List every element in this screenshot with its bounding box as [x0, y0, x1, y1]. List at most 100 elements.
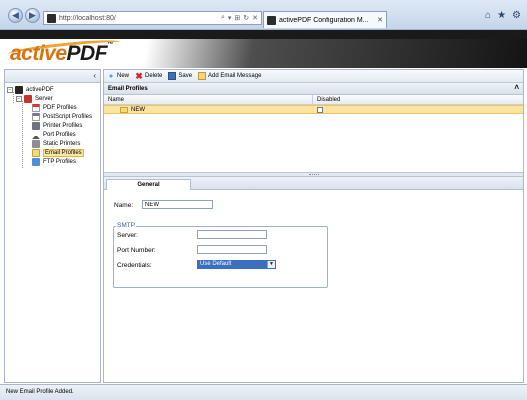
home-icon[interactable]: ⌂	[485, 10, 491, 21]
delete-button[interactable]: ✖ Delete	[135, 71, 163, 81]
activepdf-logo: activePDF™	[10, 42, 113, 66]
new-button-label: New	[117, 73, 130, 79]
header-band	[0, 30, 527, 39]
tree-node-server[interactable]: − Server	[16, 94, 53, 103]
profiles-section-title: Email Profiles	[108, 86, 148, 92]
back-button[interactable]: ◀	[8, 8, 23, 23]
save-icon	[168, 72, 177, 80]
tree-item-ftp-profiles[interactable]: FTP Profiles	[32, 157, 76, 166]
stop-icon[interactable]: ✕	[252, 14, 258, 22]
address-bar-controls: ⌕ ▾ ⊞ ↻ ✕	[221, 14, 258, 22]
navigation-panel: ‹ − activePDF − Server PDF Profiles Post…	[4, 69, 101, 383]
profile-detail: General Name: SMTP Server: Port Number: …	[104, 177, 523, 377]
disabled-checkbox[interactable]	[317, 106, 323, 113]
row-name-cell: NEW	[104, 106, 313, 113]
main-panel: New ✖ Delete Save Add Email Message Emai…	[103, 69, 524, 383]
profiles-section-header: Email Profiles ˄	[104, 83, 523, 95]
credentials-select[interactable]: Use Default ▼	[197, 260, 276, 269]
status-bar: New Email Profile Added.	[0, 384, 527, 400]
favorites-star-icon[interactable]: ★	[497, 10, 506, 21]
logo-trademark: ™	[107, 42, 113, 48]
new-button[interactable]: New	[107, 72, 129, 80]
collapse-panel-icon[interactable]: ‹	[93, 71, 96, 80]
app-header: activePDF™	[0, 30, 527, 68]
collapse-toggle-icon[interactable]: −	[7, 86, 13, 93]
collapse-toggle-icon[interactable]: −	[16, 95, 22, 102]
tab-title: activePDF Configuration M...	[279, 16, 369, 24]
address-url[interactable]: http://localhost:80/	[59, 15, 221, 22]
smtp-legend: SMTP	[116, 222, 137, 229]
server-icon	[24, 94, 32, 103]
toolbar: New ✖ Delete Save Add Email Message	[104, 70, 523, 83]
profiles-grid-header: Name Disabled	[104, 95, 523, 105]
tree-item-label: FTP Profiles	[43, 158, 76, 165]
delete-icon: ✖	[135, 71, 143, 81]
add-email-icon	[198, 72, 207, 80]
name-field[interactable]	[142, 200, 213, 209]
email-profile-icon	[120, 106, 128, 113]
name-label: Name:	[114, 202, 134, 209]
tree-item-label: PDF Profiles	[43, 104, 77, 111]
compat-view-icon[interactable]: ⊞	[234, 14, 240, 22]
table-row[interactable]: NEW	[104, 105, 523, 114]
add-email-button-label: Add Email Message	[208, 73, 262, 79]
pdf-icon	[32, 103, 40, 112]
tree-item-label: Printer Profiles	[43, 122, 83, 129]
tree-item-label: Port Profiles	[43, 131, 76, 138]
tree-label-server: Server	[35, 95, 53, 102]
save-button-label: Save	[178, 73, 193, 79]
tab-favicon-icon	[267, 15, 276, 25]
add-email-message-button[interactable]: Add Email Message	[198, 72, 261, 80]
tree-item-label: Email Profiles	[43, 148, 84, 157]
collapse-section-icon[interactable]: ˄	[514, 83, 519, 92]
tree-item-label: PostScript Profiles	[43, 113, 93, 120]
delete-button-label: Delete	[145, 73, 163, 79]
credentials-label: Credentials:	[117, 262, 152, 269]
navigation-panel-header: ‹	[5, 70, 100, 83]
column-header-name[interactable]: Name	[104, 95, 313, 104]
tree-item-email-profiles[interactable]: Email Profiles	[32, 148, 84, 157]
search-icon[interactable]: ⌕	[221, 14, 225, 22]
new-icon	[107, 72, 115, 80]
tab-general[interactable]: General	[106, 179, 191, 190]
ftp-icon	[32, 157, 40, 166]
postscript-icon	[32, 112, 40, 121]
port-number-field[interactable]	[197, 245, 267, 254]
tree-item-printer-profiles[interactable]: Printer Profiles	[32, 121, 82, 130]
forward-button[interactable]: ▶	[25, 8, 40, 23]
dropdown-icon[interactable]: ▾	[228, 14, 232, 22]
tree-item-static-printers[interactable]: Static Printers	[32, 139, 80, 148]
tree-node-root[interactable]: − activePDF	[7, 85, 54, 94]
detail-tabbar: General	[104, 177, 523, 190]
port-number-label: Port Number:	[117, 247, 156, 254]
port-icon	[32, 131, 40, 139]
tree-item-pdf-profiles[interactable]: PDF Profiles	[32, 103, 77, 112]
settings-gear-icon[interactable]: ⚙	[512, 10, 521, 21]
address-bar[interactable]: http://localhost:80/ ⌕ ▾ ⊞ ↻ ✕	[43, 11, 262, 25]
credentials-selected-value: Use Default	[200, 261, 232, 267]
printer-icon	[32, 121, 40, 130]
status-message: New Email Profile Added.	[6, 389, 74, 395]
tree-item-port-profiles[interactable]: Port Profiles	[32, 130, 76, 139]
static-printer-icon	[32, 139, 40, 148]
close-tab-icon[interactable]: ✕	[377, 16, 383, 24]
row-name-text: NEW	[131, 106, 145, 113]
logo-active-text: active	[10, 42, 67, 65]
chevron-down-icon[interactable]: ▼	[267, 261, 275, 268]
activepdf-icon	[15, 85, 23, 94]
server-label: Server:	[117, 232, 138, 239]
browser-tab[interactable]: activePDF Configuration M... ✕	[263, 11, 387, 28]
logo-pdf-text: PDF	[66, 42, 108, 65]
tree-item-postscript-profiles[interactable]: PostScript Profiles	[32, 112, 92, 121]
column-header-disabled[interactable]: Disabled	[313, 95, 523, 104]
save-button[interactable]: Save	[168, 72, 192, 80]
browser-tools: ⌂ ★ ⚙	[485, 10, 521, 21]
site-favicon-icon	[47, 13, 56, 23]
row-disabled-cell	[313, 106, 523, 113]
browser-chrome: ◀ ▶ http://localhost:80/ ⌕ ▾ ⊞ ↻ ✕ activ…	[0, 0, 527, 30]
tree-label-root: activePDF	[26, 86, 54, 93]
refresh-icon[interactable]: ↻	[243, 14, 249, 22]
email-icon	[32, 148, 40, 157]
server-field[interactable]	[197, 230, 267, 239]
tree-item-label: Static Printers	[43, 140, 81, 147]
